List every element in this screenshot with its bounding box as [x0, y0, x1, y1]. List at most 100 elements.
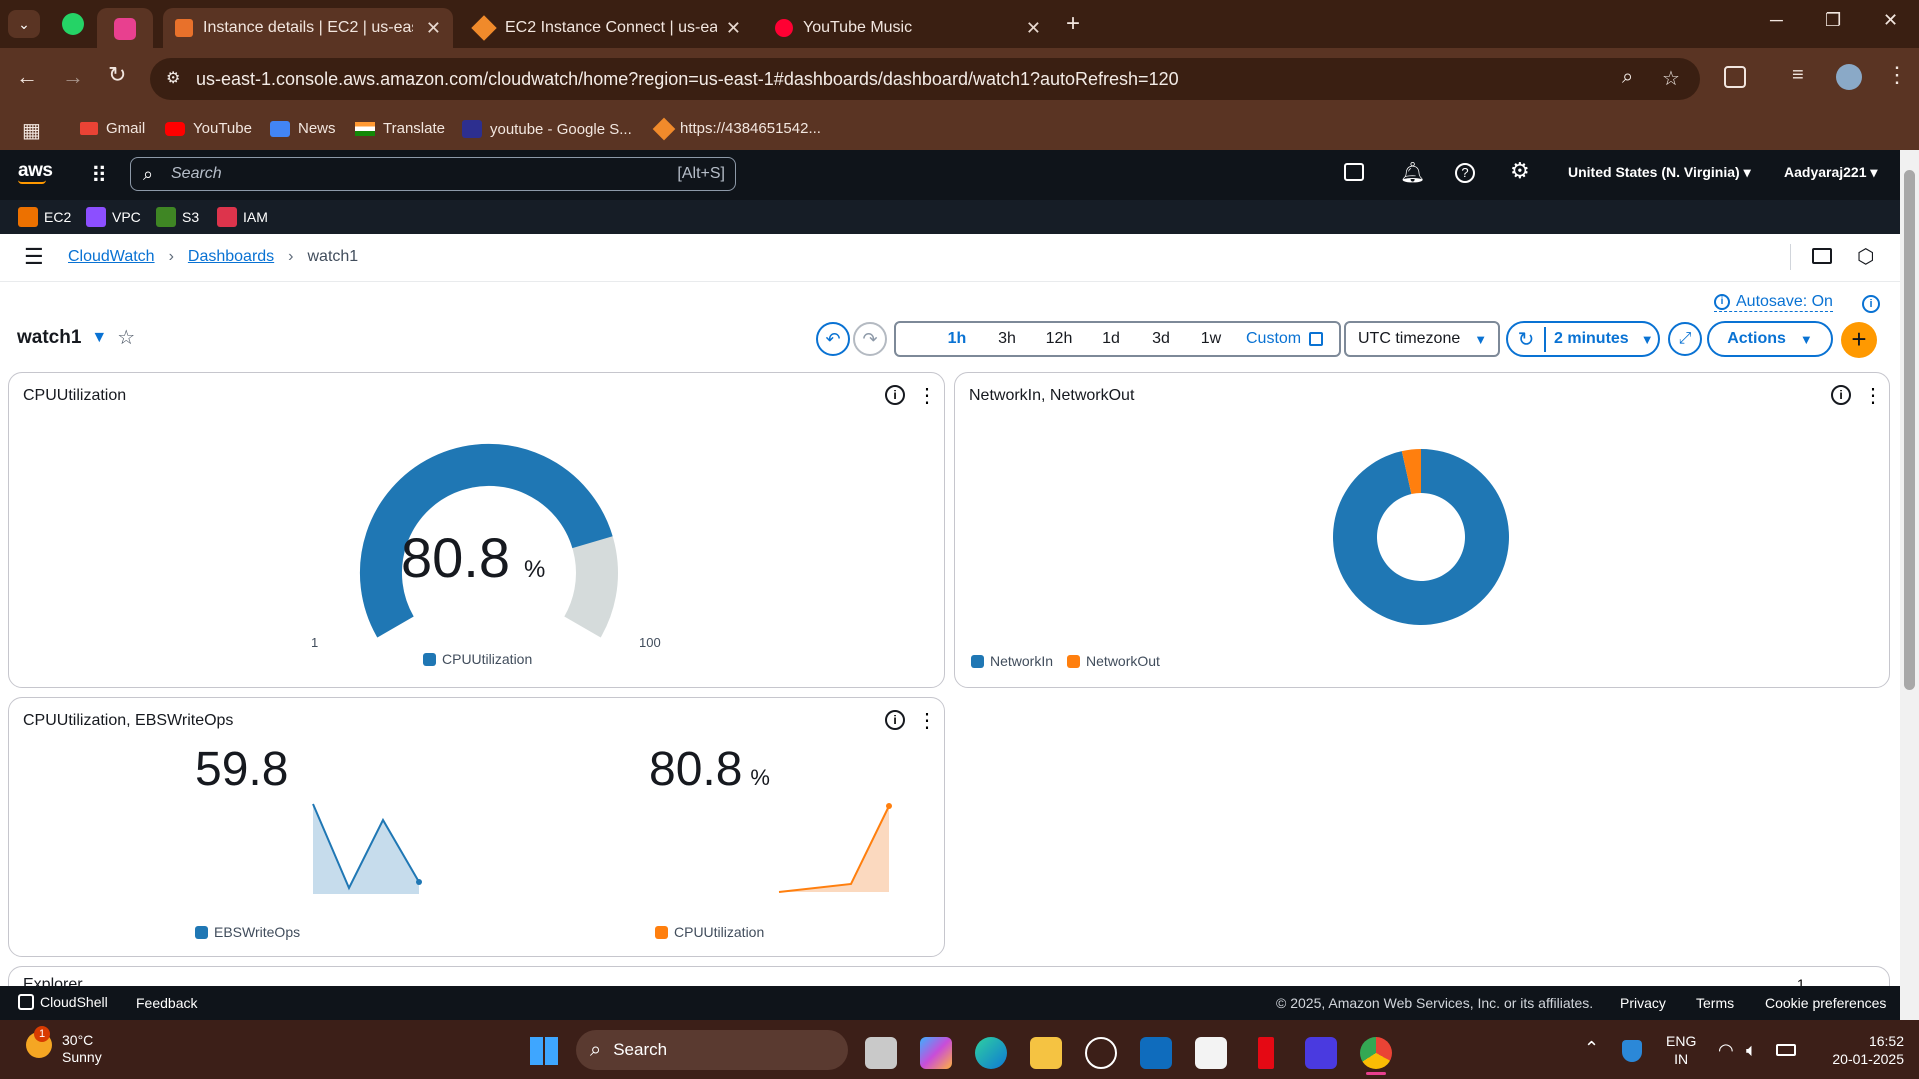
clock[interactable]: 16:52 20-01-2025 — [1812, 1032, 1904, 1068]
language-indicator[interactable]: ENG IN — [1666, 1032, 1696, 1068]
tab-list-button[interactable]: ⌄ — [8, 10, 40, 38]
favorite-iam[interactable]: IAM — [217, 207, 268, 227]
bookmark-star-icon[interactable]: ☆ — [1662, 66, 1680, 91]
more-options-icon[interactable]: ⋮ — [917, 383, 937, 407]
reload-icon[interactable]: ↻ — [108, 62, 126, 88]
show-hidden-icons[interactable]: ⌃ — [1584, 1038, 1599, 1059]
info-icon[interactable]: i — [885, 710, 905, 730]
bookmark-aws-console[interactable]: https://4384651542... — [652, 117, 821, 140]
cpu-legend[interactable]: CPUUtilization — [655, 924, 764, 940]
microsoft-store-icon[interactable] — [1195, 1037, 1227, 1069]
amazon-music-icon[interactable] — [1305, 1037, 1337, 1069]
cloudshell-icon[interactable] — [1344, 163, 1364, 181]
notifications-bell-icon[interactable]: 🔔︎ — [1400, 160, 1425, 185]
side-nav-menu-icon[interactable]: ☰ — [24, 244, 44, 270]
url-bar[interactable]: ⚙ us-east-1.console.aws.amazon.com/cloud… — [150, 58, 1700, 100]
bookmark-youtube[interactable]: YouTube — [165, 120, 252, 137]
timezone-select[interactable]: UTC timezone ▼ — [1344, 321, 1500, 357]
ebswriteops-legend[interactable]: EBSWriteOps — [195, 924, 300, 940]
minimize-button[interactable]: ─ — [1770, 10, 1783, 31]
bookmark-youtube-google-sheets[interactable]: youtube - Google S... — [462, 120, 632, 138]
favorite-star-icon[interactable]: ☆ — [117, 325, 135, 350]
terms-link[interactable]: Terms — [1696, 995, 1734, 1011]
netflix-icon[interactable] — [1258, 1037, 1274, 1069]
bookmark-gmail[interactable]: Gmail — [80, 120, 145, 137]
back-icon[interactable]: ← — [16, 64, 38, 90]
extensions-icon[interactable] — [1724, 66, 1746, 88]
info-icon[interactable]: i — [1831, 385, 1851, 405]
info-icon[interactable]: i — [885, 385, 905, 405]
scrollbar-thumb[interactable] — [1904, 170, 1915, 690]
privacy-link[interactable]: Privacy — [1620, 995, 1666, 1011]
autosave-link[interactable]: i Autosave: On — [1714, 293, 1833, 312]
redo-button[interactable]: ↷ — [853, 322, 887, 356]
aws-logo[interactable]: aws — [18, 160, 53, 184]
tab-close-icon[interactable]: ✕ — [426, 18, 441, 39]
tab-youtube-music[interactable]: YouTube Music ✕ — [763, 8, 1053, 48]
restore-button[interactable]: ❐ — [1825, 10, 1841, 31]
dashboard-title[interactable]: watch1 ▼ ☆ — [17, 325, 135, 350]
info-icon[interactable]: i — [1862, 295, 1880, 313]
zoom-icon[interactable]: ⌕ — [1622, 66, 1633, 89]
dell-icon[interactable] — [1085, 1037, 1117, 1069]
taskbar-search[interactable]: ⌕ Search — [576, 1030, 848, 1070]
media-control-icon[interactable]: ≡ — [1792, 64, 1804, 87]
help-icon[interactable]: ? — [1455, 163, 1475, 183]
favorite-s3[interactable]: S3 — [156, 207, 199, 227]
weather-widget[interactable]: 1 30°C Sunny — [26, 1026, 102, 1066]
display-icon[interactable] — [1812, 248, 1832, 264]
aws-search-input[interactable]: ⌕ Search [Alt+S] — [130, 157, 736, 191]
actions-button[interactable]: Actions ▼ — [1707, 321, 1833, 357]
wifi-icon[interactable]: ◠ — [1718, 1040, 1734, 1061]
services-grid-icon[interactable]: ⠿ — [91, 163, 107, 189]
profile-avatar[interactable] — [1836, 64, 1862, 90]
settings-gear-icon[interactable]: ⚙ — [1510, 158, 1530, 184]
bookmark-news[interactable]: News — [270, 120, 336, 137]
more-options-icon[interactable]: ⋮ — [917, 708, 937, 732]
outlook-icon[interactable] — [1140, 1037, 1172, 1069]
refresh-interval-select[interactable]: 2 minutes ▼ — [1546, 330, 1654, 348]
security-shield-icon[interactable] — [1622, 1040, 1642, 1062]
apps-grid-icon[interactable]: ▦ — [22, 118, 41, 143]
chrome-icon[interactable] — [1360, 1037, 1392, 1069]
feedback-link[interactable]: Feedback — [136, 995, 197, 1011]
time-range-1h[interactable]: 1h — [932, 330, 982, 348]
battery-icon[interactable] — [1776, 1044, 1796, 1056]
add-widget-button[interactable]: + — [1841, 322, 1877, 358]
time-range-1w[interactable]: 1w — [1186, 330, 1236, 348]
tab-close-icon[interactable]: ✕ — [726, 18, 741, 39]
tab-instance-details[interactable]: Instance details | EC2 | us-east-1 ✕ — [163, 8, 453, 48]
windows-start-icon[interactable] — [530, 1037, 558, 1065]
favorite-vpc[interactable]: VPC — [86, 207, 141, 227]
close-window-button[interactable]: ✕ — [1883, 10, 1898, 31]
time-range-custom[interactable]: Custom — [1246, 330, 1324, 348]
cloudshell-button[interactable]: CloudShell — [18, 994, 108, 1010]
forward-icon[interactable]: → — [62, 64, 84, 90]
page-scrollbar[interactable] — [1900, 150, 1919, 1020]
more-options-icon[interactable]: ⋮ — [1863, 383, 1883, 407]
undo-button[interactable]: ↶ — [816, 322, 850, 356]
breadcrumb-cloudwatch[interactable]: CloudWatch — [68, 248, 155, 266]
refresh-icon[interactable]: ↻ — [1508, 326, 1546, 352]
new-tab-button[interactable]: + — [1066, 10, 1080, 38]
tab-ec2-instance-connect[interactable]: EC2 Instance Connect | us-east-1 ✕ — [463, 8, 753, 48]
browser-menu-icon[interactable]: ⋮ — [1886, 62, 1908, 88]
time-range-1d[interactable]: 1d — [1086, 330, 1136, 348]
hexagon-settings-icon[interactable]: ⬡ — [1857, 244, 1874, 269]
breadcrumb-dashboards[interactable]: Dashboards — [188, 248, 274, 266]
task-view-icon[interactable] — [865, 1037, 897, 1069]
gauge-legend[interactable]: CPUUtilization — [423, 651, 532, 667]
caret-down-icon[interactable]: ▼ — [91, 329, 107, 347]
site-info-icon[interactable]: ⚙ — [166, 68, 180, 88]
pinned-tab-icon[interactable] — [97, 8, 153, 48]
file-explorer-icon[interactable] — [1030, 1037, 1062, 1069]
bookmark-translate[interactable]: Translate — [355, 120, 445, 137]
time-range-3h[interactable]: 3h — [982, 330, 1032, 348]
copilot-icon[interactable] — [920, 1037, 952, 1069]
whatsapp-tab-icon[interactable] — [62, 13, 84, 35]
cookie-preferences-link[interactable]: Cookie preferences — [1765, 995, 1886, 1011]
legend-item-networkin[interactable]: NetworkIn — [971, 653, 1053, 669]
edge-icon[interactable] — [975, 1037, 1007, 1069]
time-range-12h[interactable]: 12h — [1032, 330, 1086, 348]
legend-item-networkout[interactable]: NetworkOut — [1067, 653, 1160, 669]
